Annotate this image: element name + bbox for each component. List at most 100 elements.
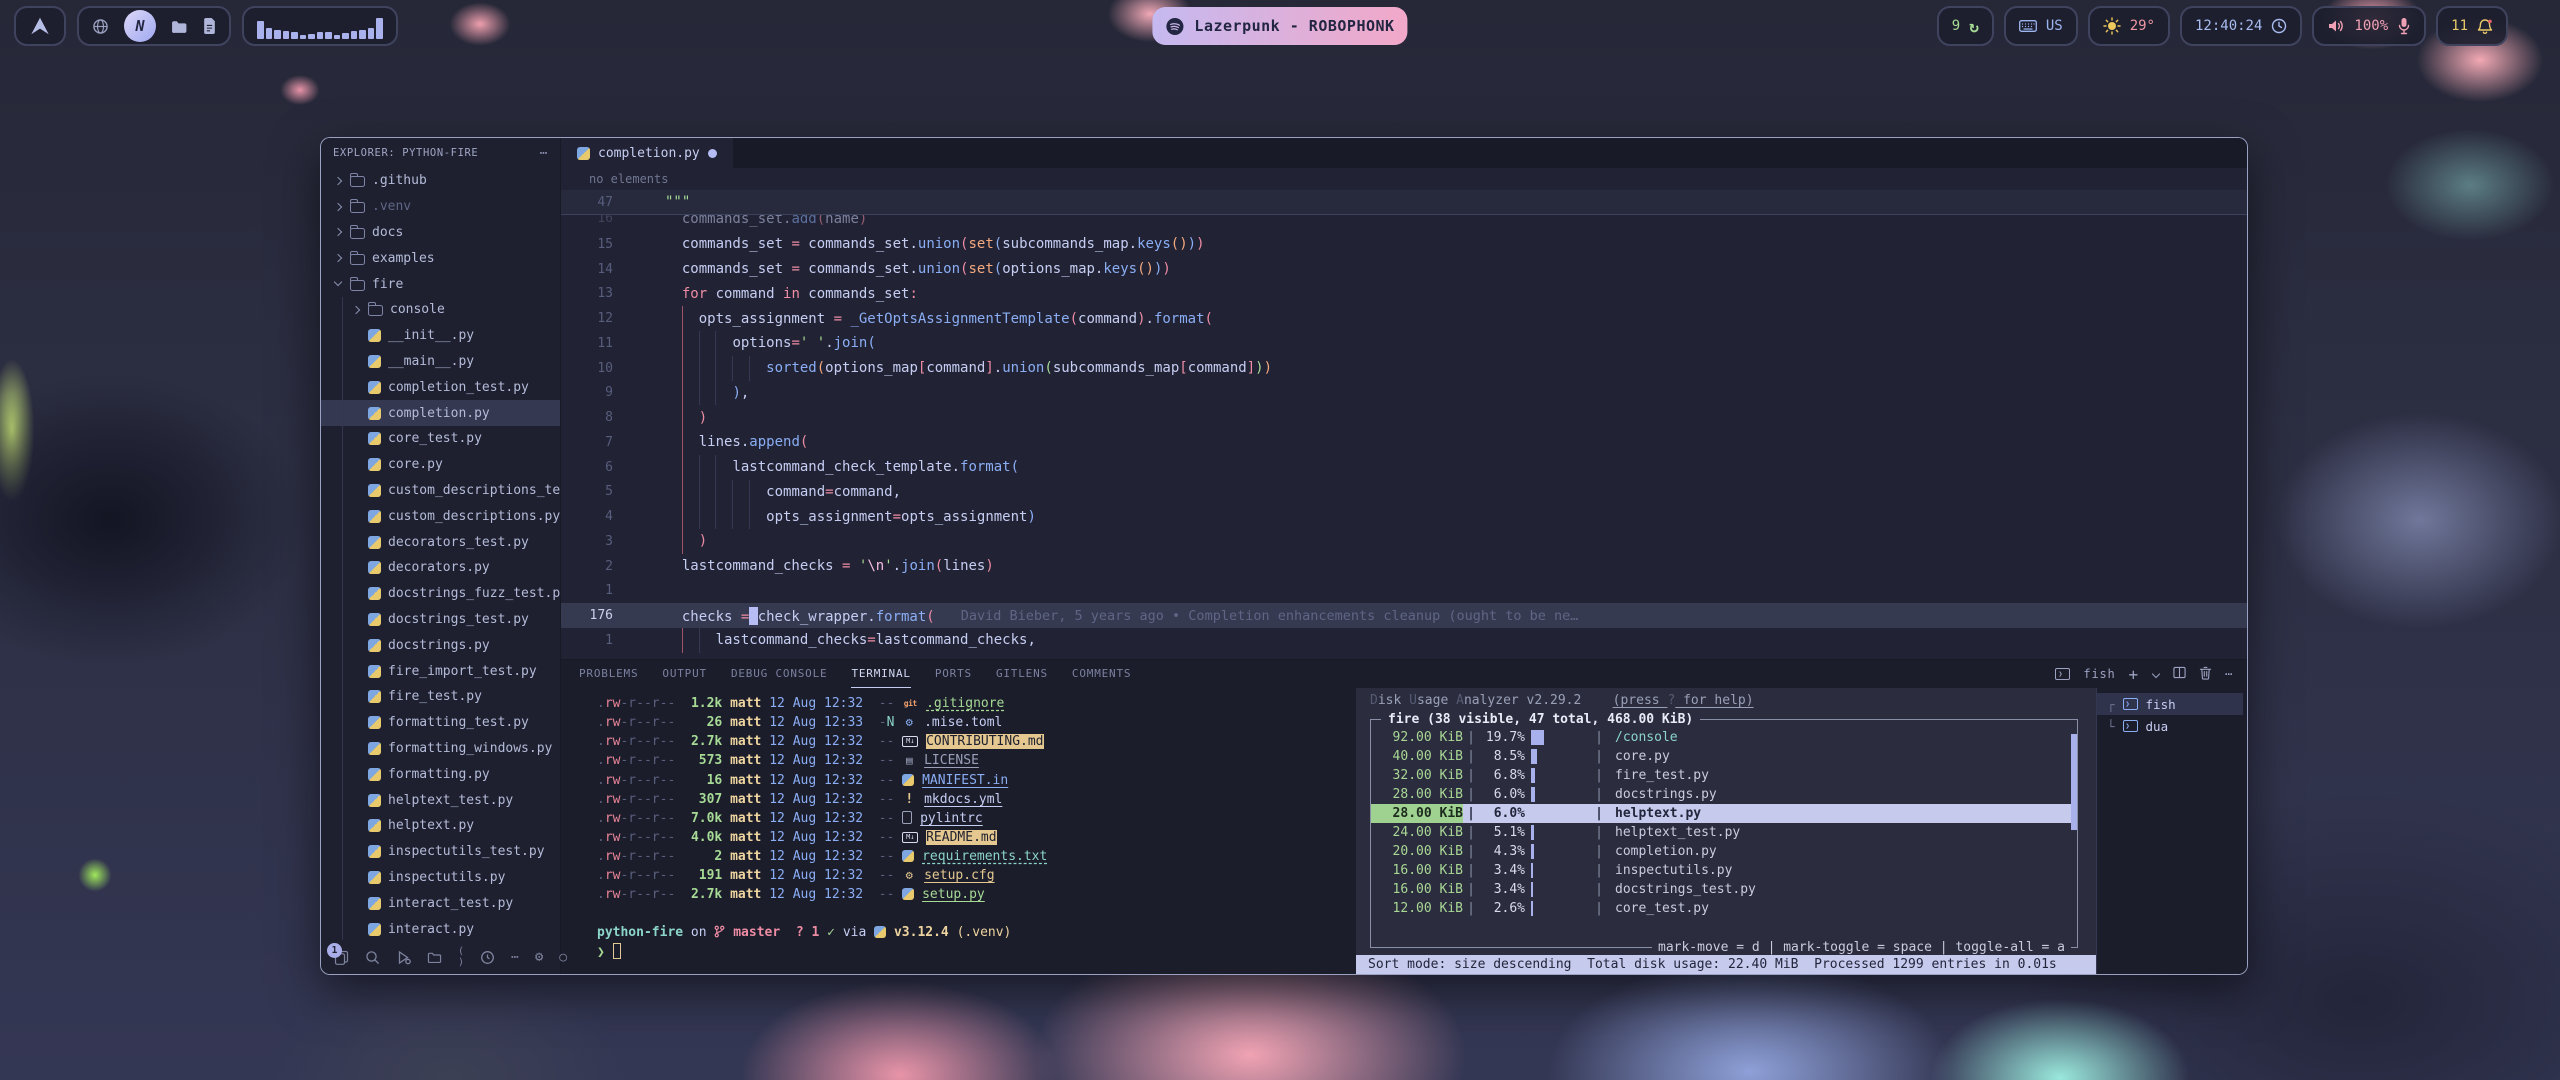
launcher-button[interactable] <box>14 6 66 46</box>
tree-item-.venv[interactable]: .venv <box>321 194 560 220</box>
shell-label[interactable]: fish <box>2083 667 2115 681</box>
breadcrumb[interactable]: no elements <box>561 168 2247 190</box>
clock-pill[interactable]: 12:40:24 <box>2180 6 2302 46</box>
tree-item-helptext.py[interactable]: helptext.py <box>321 813 560 839</box>
workspace-files-folder-icon[interactable] <box>171 19 188 34</box>
tree-item-completion_test.py[interactable]: completion_test.py <box>321 374 560 400</box>
more-icon[interactable]: ⋯ <box>511 950 519 965</box>
code-line: 4 opts_assignment=opts_assignment) <box>561 504 2247 529</box>
tree-item-core_test.py[interactable]: core_test.py <box>321 426 560 452</box>
tree-item-docstrings_test.py[interactable]: docstrings_test.py <box>321 607 560 633</box>
tree-item-docstrings.py[interactable]: docstrings.py <box>321 632 560 658</box>
audio-visualizer-pill[interactable] <box>242 6 398 46</box>
tree-item-fire[interactable]: fire <box>321 271 560 297</box>
panel-tab-gitlens[interactable]: GITLENS <box>996 660 1048 688</box>
folder-icon <box>368 305 383 316</box>
session-item-dua[interactable]: └dua <box>2097 715 2243 737</box>
dua-pane[interactable]: Disk Usage Analyzer v2.29.2 (press ? for… <box>1356 688 2096 974</box>
dua-row-helptext.py[interactable]: 28.00 KiB|6.0%|helptext.py <box>1371 804 2077 823</box>
search-icon[interactable] <box>365 950 380 965</box>
tree-item-formatting_windows.py[interactable]: formatting_windows.py <box>321 736 560 762</box>
brackets-icon[interactable]: ( ) <box>458 946 464 968</box>
panel-tab-terminal[interactable]: TERMINAL <box>851 660 910 688</box>
tree-item-interact_test.py[interactable]: interact_test.py <box>321 890 560 916</box>
chevron-spacer <box>351 408 361 418</box>
updates-pill[interactable]: 9 ↻ <box>1937 6 1994 46</box>
code-editor[interactable]: 47"""16 commands_set.add(name)15 command… <box>561 190 2247 659</box>
tree-item-examples[interactable]: examples <box>321 245 560 271</box>
weather-pill[interactable]: 29° <box>2088 6 2170 46</box>
panel-more-button[interactable]: ⋯ <box>2225 667 2233 681</box>
volume-pill[interactable]: 100% <box>2312 6 2426 46</box>
dua-row-completion.py[interactable]: 20.00 KiB|4.3%|completion.py <box>1371 842 2077 861</box>
tree-item-core.py[interactable]: core.py <box>321 452 560 478</box>
chevron-spacer <box>351 356 361 366</box>
doc-icon <box>902 811 912 824</box>
tree-item-console[interactable]: console <box>321 297 560 323</box>
panel-tab-debug-console[interactable]: DEBUG CONSOLE <box>731 660 828 688</box>
tree-item-__main__.py[interactable]: __main__.py <box>321 349 560 375</box>
line-number: 7 <box>561 435 639 450</box>
panel-tab-problems[interactable]: PROBLEMS <box>579 660 638 688</box>
split-terminal-button[interactable] <box>2173 666 2186 682</box>
line-number: 47 <box>561 195 639 210</box>
history-icon[interactable] <box>480 950 495 965</box>
media-player-pill[interactable]: Lazerpunk - ROBOPHONK <box>1152 7 1407 45</box>
dua-row-docstrings.py[interactable]: 28.00 KiB|6.0%|docstrings.py <box>1371 785 2077 804</box>
code-line: 11 options=' '.join( <box>561 331 2247 356</box>
kill-terminal-button[interactable] <box>2199 666 2212 683</box>
dua-row-core.py[interactable]: 40.00 KiB|8.5%|core.py <box>1371 747 2077 766</box>
chevron-spacer <box>351 795 361 805</box>
terminal-dropdown-chevron-icon[interactable] <box>2152 670 2160 678</box>
folder-icon[interactable] <box>427 951 442 964</box>
tab-completion-py[interactable]: completion.py <box>561 138 733 168</box>
run-debug-icon[interactable] <box>396 950 411 965</box>
panel-tab-ports[interactable]: PORTS <box>935 660 972 688</box>
tree-item-helptext_test.py[interactable]: helptext_test.py <box>321 787 560 813</box>
dua-row-helptext_test.py[interactable]: 24.00 KiB|5.1%|helptext_test.py <box>1371 823 2077 842</box>
session-item-fish[interactable]: ┌fish <box>2097 693 2243 715</box>
keyboard-layout-pill[interactable]: US <box>2004 6 2078 46</box>
explorer-files-icon[interactable]: 1 <box>334 950 349 965</box>
tree-item-fire_test.py[interactable]: fire_test.py <box>321 684 560 710</box>
record-circle-icon[interactable]: ○ <box>559 950 567 965</box>
dua-scrollbar[interactable] <box>2071 734 2077 830</box>
modified-dot-icon[interactable] <box>708 149 717 158</box>
settings-gear-icon[interactable]: ⚙ <box>535 949 543 965</box>
tree-item-fire_import_test.py[interactable]: fire_import_test.py <box>321 658 560 684</box>
python-icon <box>368 355 381 368</box>
workspace-browser-globe-icon[interactable] <box>92 18 109 35</box>
tree-item-docs[interactable]: docs <box>321 220 560 246</box>
tree-item-formatting.py[interactable]: formatting.py <box>321 761 560 787</box>
dua-row-inspectutils.py[interactable]: 16.00 KiB|3.4%|inspectutils.py <box>1371 861 2077 880</box>
tree-item-custom_descriptions.py[interactable]: custom_descriptions.py <box>321 503 560 529</box>
dua-row-core_test.py[interactable]: 12.00 KiB|2.6%|core_test.py <box>1371 899 2077 918</box>
workspace-notes-file-icon[interactable] <box>203 18 216 34</box>
tree-item-formatting_test.py[interactable]: formatting_test.py <box>321 710 560 736</box>
tree-item-docstrings_fuzz_test.py[interactable]: docstrings_fuzz_test.py <box>321 581 560 607</box>
workspace-active-n-icon[interactable]: N <box>124 10 156 42</box>
new-terminal-button[interactable]: + <box>2129 665 2139 684</box>
tree-item-__init__.py[interactable]: __init__.py <box>321 323 560 349</box>
tree-item-interact.py[interactable]: interact.py <box>321 916 560 940</box>
terminal-line: .rw-r--r-- 2.7k matt 12 Aug 12:32 -- M↓ … <box>597 732 1356 751</box>
python-icon <box>368 510 381 523</box>
tree-item-inspectutils_test.py[interactable]: inspectutils_test.py <box>321 839 560 865</box>
tree-item-custom_descriptions_test.[interactable]: custom_descriptions_test.… <box>321 478 560 504</box>
tree-item-completion.py[interactable]: completion.py <box>321 400 560 426</box>
tree-item-inspectutils.py[interactable]: inspectutils.py <box>321 865 560 891</box>
bell-icon <box>2477 18 2493 35</box>
terminal-output[interactable]: .rw-r--r-- 1.2k matt 12 Aug 12:32 -- git… <box>561 688 1356 974</box>
panel-tab-comments[interactable]: COMMENTS <box>1072 660 1131 688</box>
panel-tab-output[interactable]: OUTPUT <box>662 660 707 688</box>
dua-row-fire_test.py[interactable]: 32.00 KiB|6.8%|fire_test.py <box>1371 766 2077 785</box>
dua-row-docstrings_test.py[interactable]: 16.00 KiB|3.4%|docstrings_test.py <box>1371 880 2077 899</box>
tree-item-decorators_test.py[interactable]: decorators_test.py <box>321 529 560 555</box>
tree-item-.github[interactable]: .github <box>321 168 560 194</box>
chevron-spacer <box>351 692 361 702</box>
tree-item-decorators.py[interactable]: decorators.py <box>321 555 560 581</box>
explorer-more-button[interactable]: ⋯ <box>540 146 548 161</box>
notifications-pill[interactable]: 11 <box>2436 6 2508 46</box>
dua-row-console[interactable]: 92.00 KiB|19.7%|/console <box>1371 728 2077 747</box>
py-icon <box>902 850 914 862</box>
